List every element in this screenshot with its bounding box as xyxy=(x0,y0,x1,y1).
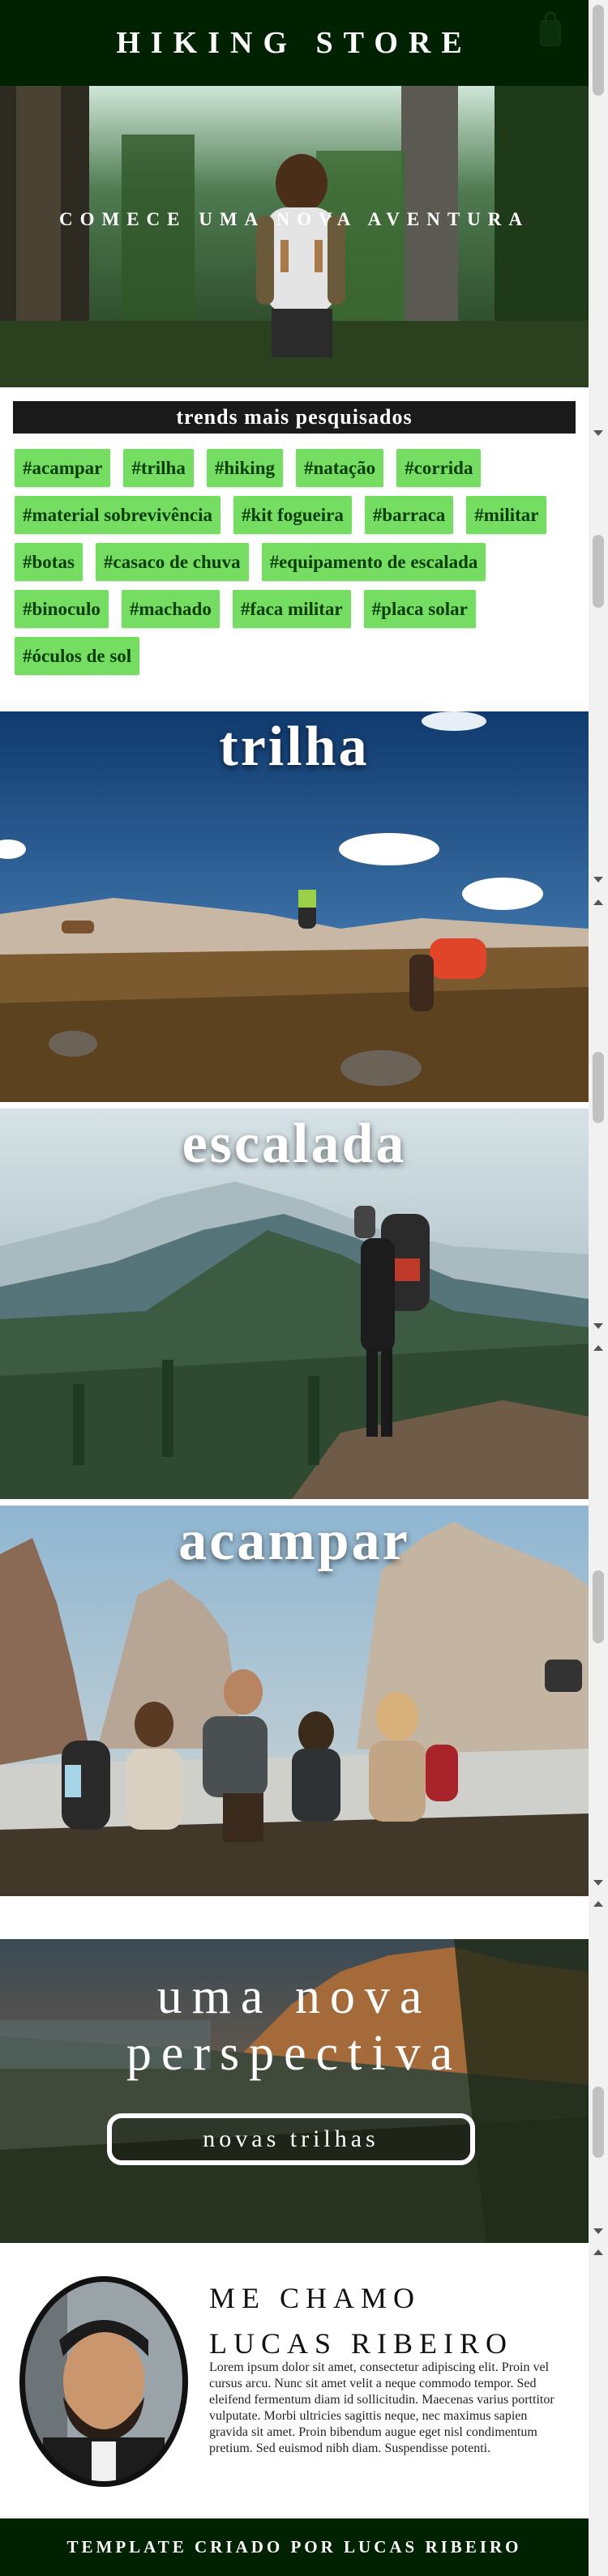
scrollbar-thumb-2[interactable] xyxy=(593,535,604,608)
scrollbar-thumb-5[interactable] xyxy=(593,2087,604,2158)
scroll-up-arrow-icon[interactable] xyxy=(593,1345,603,1351)
new-trails-button[interactable]: novas trilhas xyxy=(107,2113,475,2165)
trend-tag[interactable]: #placa solar xyxy=(363,590,476,628)
site-title: HIKING STORE xyxy=(116,26,473,60)
scroll-down-arrow-icon[interactable] xyxy=(593,430,603,436)
trend-tags: #acampar #trilha #hiking #natação #corrida #m… xyxy=(15,449,582,675)
trend-tag[interactable]: #faca militar xyxy=(232,590,351,628)
scroll-down-arrow-icon[interactable] xyxy=(593,1880,603,1886)
perspective-title-line2: perspectiva xyxy=(126,2026,463,2081)
scrollbar-thumb-4[interactable] xyxy=(593,1570,604,1643)
scroll-up-arrow-icon[interactable] xyxy=(593,899,603,905)
trends-title: trends mais pesquisados xyxy=(13,401,576,434)
scroll-down-arrow-icon[interactable] xyxy=(593,1323,603,1329)
trend-tag[interactable]: #casaco de chuva xyxy=(95,543,249,581)
perspective-title-line1: uma nova xyxy=(156,1969,432,2024)
scrollbar-thumb-1[interactable] xyxy=(593,5,604,96)
hero-banner: COMECE UMA NOVA AVENTURA xyxy=(0,86,589,387)
trend-tag[interactable]: #natação xyxy=(295,449,384,487)
category-label-acampar: acampar xyxy=(178,1510,410,1572)
scrollbar-thumb-3[interactable] xyxy=(593,1052,604,1123)
scroll-down-arrow-icon[interactable] xyxy=(593,2228,603,2234)
footer-text: TEMPLATE CRIADO POR LUCAS RIBEIRO xyxy=(66,2537,522,2557)
trend-tag[interactable]: #acampar xyxy=(15,449,111,487)
shopping-bag-icon[interactable] xyxy=(538,11,563,47)
about-name: ME CHAMO LUCAS RIBEIRO xyxy=(209,2275,513,2366)
about-text: Lorem ipsum dolor sit amet, consectetur … xyxy=(209,2360,554,2455)
avatar xyxy=(19,2276,188,2487)
trend-tag[interactable]: #kit fogueira xyxy=(233,496,352,534)
perspective-banner: uma nova perspectiva xyxy=(0,1939,589,2243)
trend-tag[interactable]: #machado xyxy=(121,590,220,628)
scroll-up-arrow-icon[interactable] xyxy=(593,2249,603,2255)
scroll-down-arrow-icon[interactable] xyxy=(593,877,603,882)
trend-tag[interactable]: #hiking xyxy=(206,449,283,487)
category-label-trilha: trilha xyxy=(219,716,370,778)
trend-tag[interactable]: #botas xyxy=(15,543,83,581)
hero-image xyxy=(0,86,589,387)
trend-tag[interactable]: #óculos de sol xyxy=(15,637,140,675)
trend-tag[interactable]: #corrida xyxy=(396,449,482,487)
site-footer: TEMPLATE CRIADO POR LUCAS RIBEIRO xyxy=(0,2518,589,2576)
category-card-escalada[interactable]: escalada xyxy=(0,1109,589,1499)
scrollbar-track-1[interactable] xyxy=(589,0,608,436)
site-header: HIKING STORE xyxy=(0,0,589,86)
category-label-escalada: escalada xyxy=(182,1113,407,1175)
about-name-line1: ME CHAMO xyxy=(209,2282,422,2314)
trend-tag[interactable]: #militar xyxy=(466,496,547,534)
trend-tag[interactable]: #barraca xyxy=(364,496,454,534)
scrollbar[interactable] xyxy=(589,0,608,2576)
trend-tag[interactable]: #equipamento de escalada xyxy=(261,543,486,581)
scroll-up-arrow-icon[interactable] xyxy=(593,1901,603,1907)
trend-tag[interactable]: #binoculo xyxy=(15,590,109,628)
trend-tag[interactable]: #trilha xyxy=(123,449,194,487)
category-card-trilha[interactable]: trilha xyxy=(0,711,589,1102)
trend-tag[interactable]: #material sobrevivência xyxy=(15,496,221,534)
hero-title: COMECE UMA NOVA AVENTURA xyxy=(58,209,529,229)
category-card-acampar[interactable]: acampar xyxy=(0,1506,589,1896)
